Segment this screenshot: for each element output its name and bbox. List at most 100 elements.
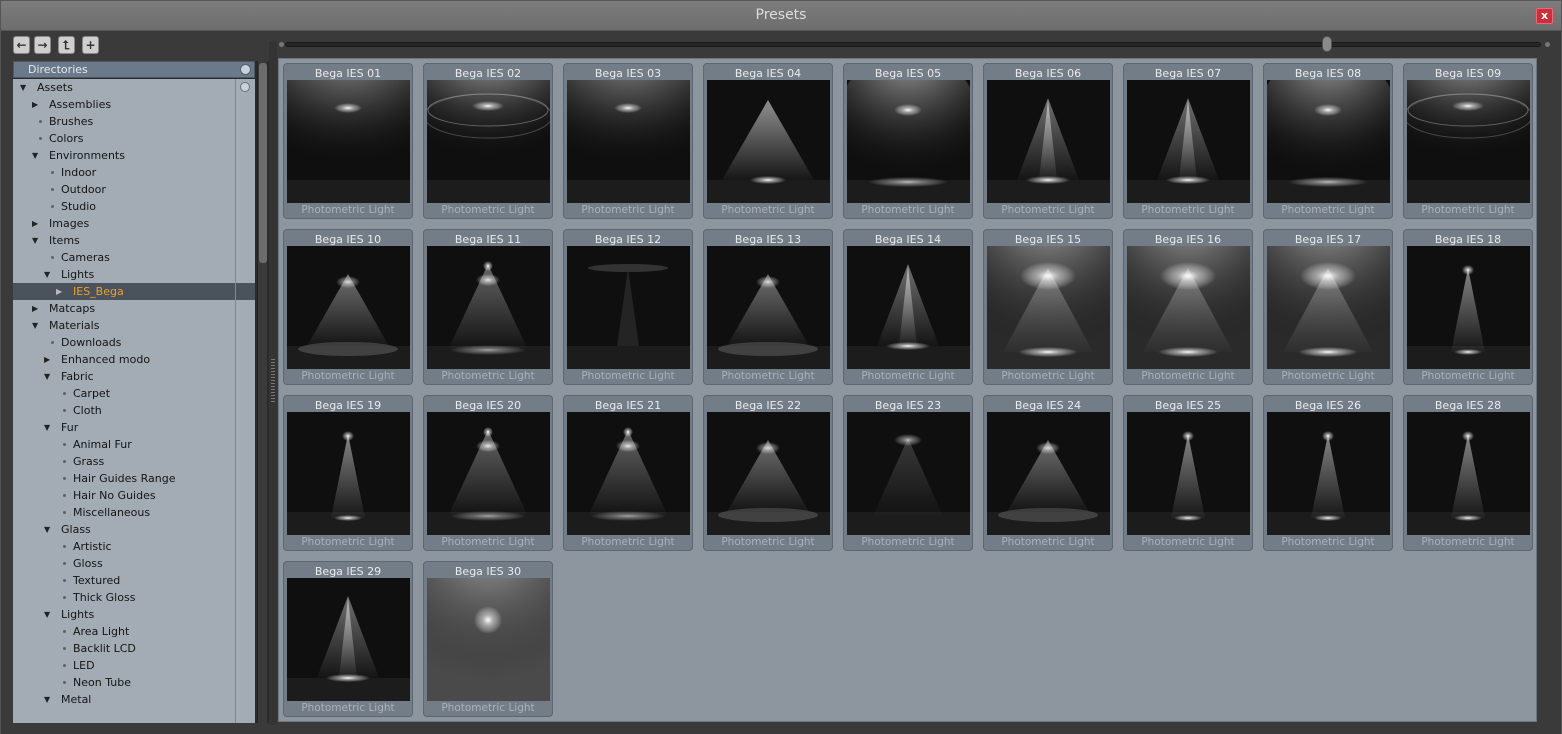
preset-card[interactable]: Bega IES 05 Photometric Light — [843, 63, 973, 219]
tree-item[interactable]: Hair Guides Range — [13, 470, 255, 487]
light-thumbnail[interactable] — [287, 412, 410, 535]
tree-item[interactable]: ▼ Glass — [13, 521, 255, 538]
collapsed-arrow-icon[interactable]: ▶ — [32, 96, 38, 113]
tree-item[interactable]: ▼ Environments — [13, 147, 255, 164]
expanded-arrow-icon[interactable]: ▼ — [44, 419, 50, 436]
light-thumbnail[interactable] — [567, 246, 690, 369]
light-thumbnail[interactable] — [1127, 246, 1250, 369]
light-thumbnail[interactable] — [1127, 412, 1250, 535]
panel-options-icon[interactable] — [240, 64, 251, 75]
preset-card[interactable]: Bega IES 04 Photometric Light — [703, 63, 833, 219]
preset-card[interactable]: Bega IES 20 Photometric Light — [423, 395, 553, 551]
light-thumbnail[interactable] — [427, 578, 550, 701]
light-thumbnail[interactable] — [1407, 246, 1530, 369]
tree-item[interactable]: Area Light — [13, 623, 255, 640]
preset-card[interactable]: Bega IES 14 Photometric Light — [843, 229, 973, 385]
expanded-arrow-icon[interactable]: ▼ — [32, 147, 38, 164]
collapsed-arrow-icon[interactable]: ▶ — [32, 300, 38, 317]
expanded-arrow-icon[interactable]: ▼ — [20, 79, 26, 96]
assets-options-icon[interactable] — [240, 82, 250, 92]
preset-card[interactable]: Bega IES 01 Photometric Light — [283, 63, 413, 219]
tree-item[interactable]: Brushes — [13, 113, 255, 130]
preset-card[interactable]: Bega IES 16 Photometric Light — [1123, 229, 1253, 385]
grid-scrollbar[interactable] — [1538, 58, 1550, 722]
splitter-grip[interactable] — [271, 359, 275, 403]
preset-card[interactable]: Bega IES 25 Photometric Light — [1123, 395, 1253, 551]
tree-item[interactable]: Gloss — [13, 555, 255, 572]
tree-item[interactable]: Studio — [13, 198, 255, 215]
light-thumbnail[interactable] — [427, 412, 550, 535]
tree-item[interactable]: ▼ Lights — [13, 606, 255, 623]
zoom-slider[interactable] — [285, 42, 1541, 47]
light-thumbnail[interactable] — [1407, 412, 1530, 535]
preset-card[interactable]: Bega IES 30 Photometric Light — [423, 561, 553, 717]
tree-item[interactable]: ▶ Matcaps — [13, 300, 255, 317]
light-thumbnail[interactable] — [287, 80, 410, 203]
tree-item[interactable]: ▼ Fabric — [13, 368, 255, 385]
light-thumbnail[interactable] — [287, 246, 410, 369]
preset-card[interactable]: Bega IES 17 Photometric Light — [1263, 229, 1393, 385]
tree-item[interactable]: Grass — [13, 453, 255, 470]
forward-arrow-icon[interactable]: → — [34, 36, 51, 54]
tree-item[interactable]: LED — [13, 657, 255, 674]
light-thumbnail[interactable] — [287, 578, 410, 701]
expanded-arrow-icon[interactable]: ▼ — [44, 691, 50, 708]
expanded-arrow-icon[interactable]: ▼ — [44, 368, 50, 385]
back-arrow-icon[interactable]: ← — [13, 36, 30, 54]
collapsed-arrow-icon[interactable]: ▶ — [44, 351, 50, 368]
tree-item[interactable]: Colors — [13, 130, 255, 147]
title-bar[interactable]: Presets x — [1, 1, 1561, 31]
light-thumbnail[interactable] — [987, 412, 1110, 535]
preset-card[interactable]: Bega IES 02 Photometric Light — [423, 63, 553, 219]
preset-card[interactable]: Bega IES 21 Photometric Light — [563, 395, 693, 551]
expanded-arrow-icon[interactable]: ▼ — [44, 266, 50, 283]
preset-card[interactable]: Bega IES 28 Photometric Light — [1403, 395, 1533, 551]
tree-scrollbar[interactable] — [257, 61, 267, 723]
expanded-arrow-icon[interactable]: ▼ — [44, 521, 50, 538]
light-thumbnail[interactable] — [987, 80, 1110, 203]
light-thumbnail[interactable] — [1267, 412, 1390, 535]
light-thumbnail[interactable] — [1127, 80, 1250, 203]
tree-item[interactable]: Artistic — [13, 538, 255, 555]
light-thumbnail[interactable] — [427, 80, 550, 203]
light-thumbnail[interactable] — [707, 80, 830, 203]
preset-card[interactable]: Bega IES 23 Photometric Light — [843, 395, 973, 551]
preset-card[interactable]: Bega IES 13 Photometric Light — [703, 229, 833, 385]
preset-card[interactable]: Bega IES 19 Photometric Light — [283, 395, 413, 551]
preset-card[interactable]: Bega IES 24 Photometric Light — [983, 395, 1113, 551]
light-thumbnail[interactable] — [847, 80, 970, 203]
preset-card[interactable]: Bega IES 11 Photometric Light — [423, 229, 553, 385]
tree-item[interactable]: ▶ Enhanced modo — [13, 351, 255, 368]
tree-item[interactable]: ▶ Assemblies — [13, 96, 255, 113]
preset-card[interactable]: Bega IES 08 Photometric Light — [1263, 63, 1393, 219]
tree-item[interactable]: Indoor — [13, 164, 255, 181]
tree-item[interactable]: ▼ Materials — [13, 317, 255, 334]
preset-card[interactable]: Bega IES 26 Photometric Light — [1263, 395, 1393, 551]
preset-card[interactable]: Bega IES 22 Photometric Light — [703, 395, 833, 551]
tree-item[interactable]: ▼ Fur — [13, 419, 255, 436]
tree-item[interactable]: ▶ IES_Bega — [13, 283, 255, 300]
preset-card[interactable]: Bega IES 09 Photometric Light — [1403, 63, 1533, 219]
light-thumbnail[interactable] — [1267, 246, 1390, 369]
tree-item[interactable]: Downloads — [13, 334, 255, 351]
preset-card[interactable]: Bega IES 07 Photometric Light — [1123, 63, 1253, 219]
tree-scrollbar-thumb[interactable] — [259, 63, 267, 263]
tree-item[interactable]: Cloth — [13, 402, 255, 419]
preset-card[interactable]: Bega IES 15 Photometric Light — [983, 229, 1113, 385]
zoom-slider-thumb[interactable] — [1322, 36, 1333, 52]
panel-splitter[interactable] — [269, 41, 277, 726]
preset-card[interactable]: Bega IES 10 Photometric Light — [283, 229, 413, 385]
light-thumbnail[interactable] — [707, 412, 830, 535]
light-thumbnail[interactable] — [1407, 80, 1530, 203]
preset-card[interactable]: Bega IES 18 Photometric Light — [1403, 229, 1533, 385]
tree-item[interactable]: Textured — [13, 572, 255, 589]
tree-item[interactable]: Hair No Guides — [13, 487, 255, 504]
expanded-arrow-icon[interactable]: ▼ — [32, 232, 38, 249]
preset-card[interactable]: Bega IES 06 Photometric Light — [983, 63, 1113, 219]
light-thumbnail[interactable] — [987, 246, 1110, 369]
expanded-arrow-icon[interactable]: ▼ — [44, 606, 50, 623]
light-thumbnail[interactable] — [567, 412, 690, 535]
collapsed-arrow-icon[interactable]: ▶ — [56, 283, 62, 300]
tree-item[interactable]: ▼ Metal — [13, 691, 255, 708]
expanded-arrow-icon[interactable]: ▼ — [32, 317, 38, 334]
